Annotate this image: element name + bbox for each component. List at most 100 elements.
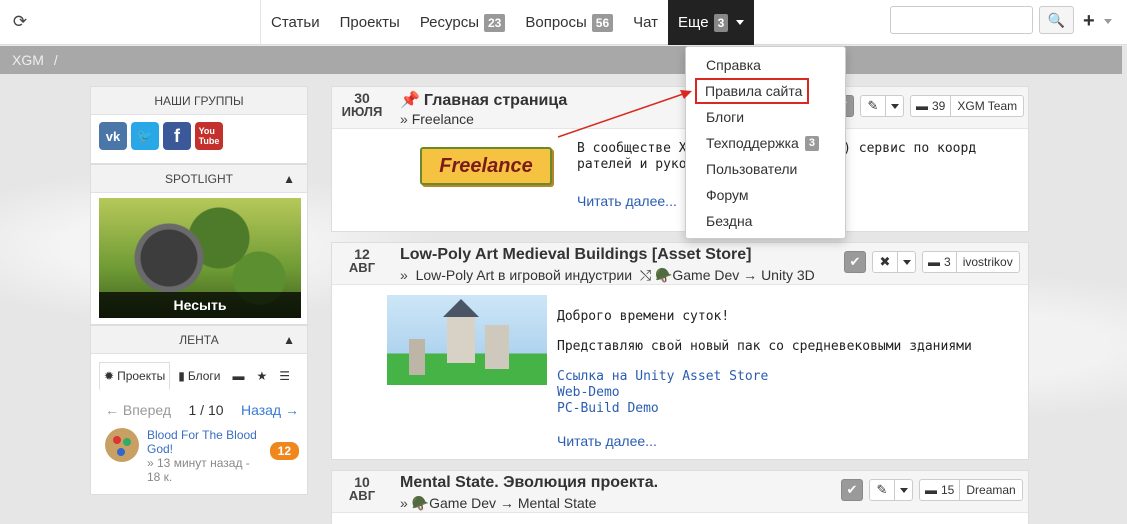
category-link[interactable]: Low-Poly Art в игровой индустрии <box>416 267 632 283</box>
tab-blogs[interactable]: ▮ Блоги <box>174 363 224 389</box>
breadcrumb: XGM / <box>0 46 1122 74</box>
spotlight-image[interactable]: Несыть <box>99 198 301 318</box>
menu-item-label: Справка <box>706 57 761 73</box>
twitter-icon[interactable]: 🐦 <box>131 122 159 150</box>
post-card: 10 АВГ Mental State. Эволюция проекта. » … <box>331 470 1029 524</box>
comments-count[interactable]: ▬ 15 <box>920 483 959 497</box>
edit-button[interactable]: ✎ <box>860 95 904 117</box>
comments-count-text: 15 <box>941 483 955 497</box>
nav-projects[interactable]: Проекты <box>330 0 410 45</box>
refresh-icon[interactable]: ⟳ <box>10 12 30 32</box>
pager-next[interactable]: Назад → <box>241 402 299 418</box>
caret-down-icon[interactable] <box>897 252 915 272</box>
list-item[interactable]: Blood For The Blood God! » 13 минут наза… <box>91 428 307 494</box>
facebook-icon[interactable]: f <box>163 122 191 150</box>
category-link[interactable]: Game Dev → Mental State <box>429 495 596 511</box>
post-title[interactable]: 📌 Главная страница <box>400 90 567 110</box>
star-icon: ★ <box>256 369 268 383</box>
approve-button[interactable]: ✔ <box>841 479 863 501</box>
comments-count-text: 39 <box>932 99 946 113</box>
post-date: 30 ИЮЛЯ <box>332 91 392 119</box>
pager-prev[interactable]: ← Вперед <box>105 402 171 418</box>
nav-more-dropdown[interactable]: Еще 3 <box>668 0 755 45</box>
tab-favorites[interactable]: ★ <box>252 363 271 389</box>
caret-down-icon[interactable] <box>894 480 912 500</box>
asset-store-link[interactable]: Ссылка на Unity Asset Store <box>557 369 768 385</box>
post-category: » 🪖Game Dev → Mental State <box>400 495 596 512</box>
post-title-text: Главная страница <box>423 92 568 109</box>
read-more-link[interactable]: Читать далее... <box>557 433 657 449</box>
category-link[interactable]: Game Dev → Unity 3D <box>672 267 814 283</box>
spotlight-caption: Несыть <box>99 292 301 318</box>
search-icon: 🔍 <box>1047 12 1066 28</box>
menu-item-label: Бездна <box>706 213 753 229</box>
nav-chat[interactable]: Чат <box>623 0 668 45</box>
count-badge: 3 <box>713 13 729 32</box>
approve-button[interactable]: ✔ <box>844 251 866 273</box>
nav-questions[interactable]: Вопросы 56 <box>515 0 623 45</box>
chevron-up-icon[interactable]: ▲ <box>283 165 295 193</box>
caret-down-icon <box>736 20 745 25</box>
post-day: 12 <box>354 246 370 262</box>
tab-list[interactable]: ☰ <box>275 363 294 389</box>
menu-item-help[interactable]: Справка <box>686 52 845 78</box>
warrior-icon: 🪖 <box>654 267 673 283</box>
youtube-icon[interactable]: You Tube <box>195 122 223 150</box>
pc-build-link[interactable]: PC-Build Demo <box>557 401 659 417</box>
caret-down-icon[interactable] <box>885 96 903 116</box>
comments-count-text: 3 <box>944 255 951 269</box>
caret-down-icon[interactable] <box>1104 19 1112 24</box>
close-icon: ✖ <box>879 254 891 269</box>
menu-item-label: Блоги <box>706 109 745 125</box>
pencil-icon: ✎ <box>876 482 888 497</box>
search-button[interactable]: 🔍 <box>1039 6 1074 34</box>
post-title[interactable]: Mental State. Эволюция проекта. <box>400 474 658 492</box>
chevron-up-icon[interactable]: ▲ <box>283 326 295 354</box>
category-link[interactable]: Freelance <box>412 111 474 127</box>
count-badge: 3 <box>804 135 819 151</box>
top-navbar: ⟳ Статьи Проекты Ресурсы 23 Вопросы 56 Чат… <box>0 0 1127 45</box>
post-category: » Low-Poly Art в игровой индустрии ⤭ 🪖Ga… <box>400 267 815 284</box>
menu-item-forum[interactable]: Форум <box>686 182 845 208</box>
feed-header: ЛЕНТА ▲ <box>91 326 307 354</box>
edit-button[interactable]: ✎ <box>869 479 913 501</box>
shuffle-icon: ⤭ <box>639 267 652 283</box>
comments-author-button[interactable]: ▬ 3 ivostrikov <box>922 251 1020 273</box>
menu-item-site-rules[interactable]: Правила сайта <box>695 78 809 104</box>
menu-item-support[interactable]: Техподдержка 3 <box>686 130 845 156</box>
menu-item-blogs[interactable]: Блоги <box>686 104 845 130</box>
vk-icon[interactable]: vk <box>99 122 127 150</box>
book-icon: ▮ <box>178 369 185 383</box>
post-month: АВГ <box>348 260 376 275</box>
comments-author-button[interactable]: ▬ 39 XGM Team <box>910 95 1025 117</box>
comment-icon: ▬ <box>232 369 245 383</box>
comments-count[interactable]: ▬ 3 <box>923 255 956 269</box>
comments-author-button[interactable]: ▬ 15 Dreaman <box>919 479 1023 501</box>
post-thumbnail[interactable] <box>387 295 547 385</box>
comments-count[interactable]: ▬ 39 <box>911 99 950 113</box>
read-more-link[interactable]: Читать далее... <box>577 193 677 209</box>
breadcrumb-root[interactable]: XGM <box>12 52 44 68</box>
nav-articles[interactable]: Статьи <box>261 0 330 45</box>
search-input[interactable] <box>890 6 1033 34</box>
post-date: 12 АВГ <box>332 247 392 275</box>
menu-item-abyss[interactable]: Бездна <box>686 208 845 234</box>
author-link[interactable]: XGM Team <box>950 96 1023 116</box>
web-demo-link[interactable]: Web-Demo <box>557 385 620 401</box>
add-button[interactable]: + <box>1083 10 1095 32</box>
menu-item-users[interactable]: Пользователи <box>686 156 845 182</box>
author-link[interactable]: ivostrikov <box>955 252 1019 272</box>
menu-item-label: Техподдержка <box>706 135 799 151</box>
nav-resources[interactable]: Ресурсы 23 <box>410 0 516 45</box>
tab-projects[interactable]: ✹ Проекты <box>99 362 171 390</box>
spotlight-title: SPOTLIGHT <box>164 172 233 186</box>
post-month: ИЮЛЯ <box>341 104 383 119</box>
freelance-logo[interactable]: Freelance <box>420 147 552 185</box>
chevron-right-icon: » <box>400 111 408 127</box>
post-title[interactable]: Low-Poly Art Medieval Buildings [Asset S… <box>400 246 751 264</box>
feed-item-title[interactable]: Blood For The Blood God! <box>147 428 262 456</box>
author-link[interactable]: Dreaman <box>959 480 1021 500</box>
tab-comments[interactable]: ▬ <box>228 363 248 389</box>
close-button[interactable]: ✖ <box>872 251 916 273</box>
chevron-right-icon: » <box>400 267 408 283</box>
